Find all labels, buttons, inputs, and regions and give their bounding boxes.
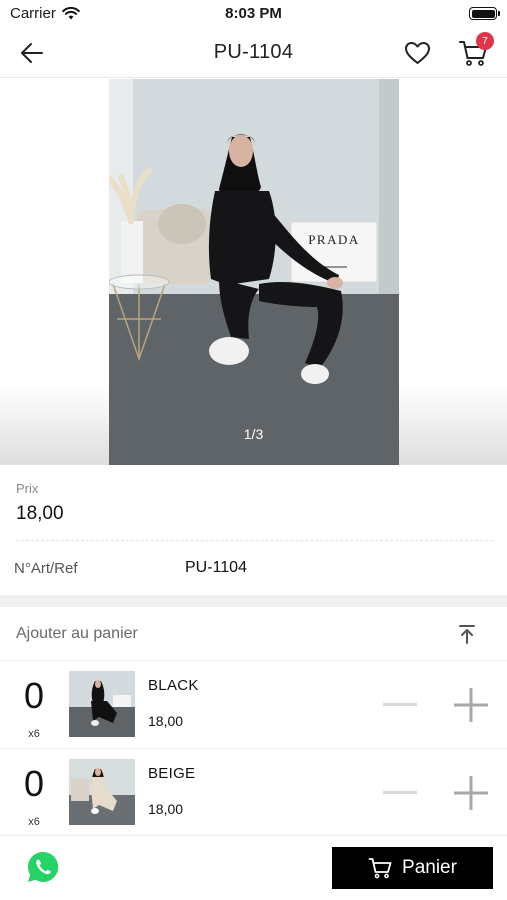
variant-row-beige: 0 x6 BEIGE 18,00 xyxy=(0,749,507,837)
plus-icon xyxy=(454,776,488,810)
variant-multiplier: x6 xyxy=(28,728,40,740)
decrease-quantity-button[interactable] xyxy=(382,777,418,809)
increase-quantity-button[interactable] xyxy=(451,773,491,813)
add-to-cart-header: Ajouter au panier xyxy=(0,607,507,661)
favorite-button[interactable] xyxy=(400,37,434,69)
panier-button[interactable]: Panier xyxy=(332,847,493,889)
increase-quantity-button[interactable] xyxy=(451,685,491,725)
variant-quantity: 0 xyxy=(23,763,45,804)
section-separator xyxy=(0,595,507,607)
heart-icon xyxy=(404,42,430,64)
status-bar: Carrier 8:03 PM xyxy=(0,0,507,28)
status-time: 8:03 PM xyxy=(225,5,282,22)
minus-icon xyxy=(383,791,417,794)
gallery-page-counter: 1/3 xyxy=(243,426,264,442)
variant-quantity: 0 xyxy=(23,675,45,716)
reference-label: N°Art/Ref xyxy=(14,560,78,577)
cart-button[interactable]: 7 xyxy=(454,32,494,69)
add-to-cart-title: Ajouter au panier xyxy=(16,625,138,642)
variant-price: 18,00 xyxy=(148,713,184,729)
scroll-top-button[interactable] xyxy=(455,622,479,646)
cart-count-badge: 7 xyxy=(476,32,494,50)
arrow-up-to-line-icon xyxy=(459,625,475,644)
reference-value: PU-1104 xyxy=(185,559,247,576)
variant-row-black: 0 x6 BLACK 18,00 xyxy=(0,661,507,749)
bottom-action-bar: Panier xyxy=(0,835,507,900)
battery-icon xyxy=(469,7,500,20)
decrease-quantity-button[interactable] xyxy=(382,689,418,721)
cart-icon xyxy=(368,858,392,879)
divider xyxy=(16,540,493,541)
variant-thumbnail[interactable] xyxy=(69,671,135,737)
product-photo: PRADA xyxy=(109,79,399,465)
product-photo-illustration: PRADA xyxy=(109,79,399,465)
product-info: Prix 18,00 N°Art/Ref PU-1104 xyxy=(0,465,507,595)
variant-thumbnail[interactable] xyxy=(69,759,135,825)
prada-sign-text: PRADA xyxy=(308,232,360,247)
plus-icon xyxy=(454,688,488,722)
variant-price: 18,00 xyxy=(148,801,184,817)
variant-name: BEIGE xyxy=(148,765,196,782)
price-label: Prix xyxy=(16,481,39,496)
whatsapp-icon xyxy=(28,851,59,882)
variant-multiplier: x6 xyxy=(28,816,40,828)
price-value: 18,00 xyxy=(16,503,64,524)
product-image-gallery[interactable]: PRADA 1/3 xyxy=(0,79,507,465)
panier-button-label: Panier xyxy=(402,857,457,878)
variant-name: BLACK xyxy=(148,677,199,694)
minus-icon xyxy=(383,703,417,706)
whatsapp-button[interactable] xyxy=(26,850,60,884)
app-header: PU-1104 7 xyxy=(0,28,507,78)
